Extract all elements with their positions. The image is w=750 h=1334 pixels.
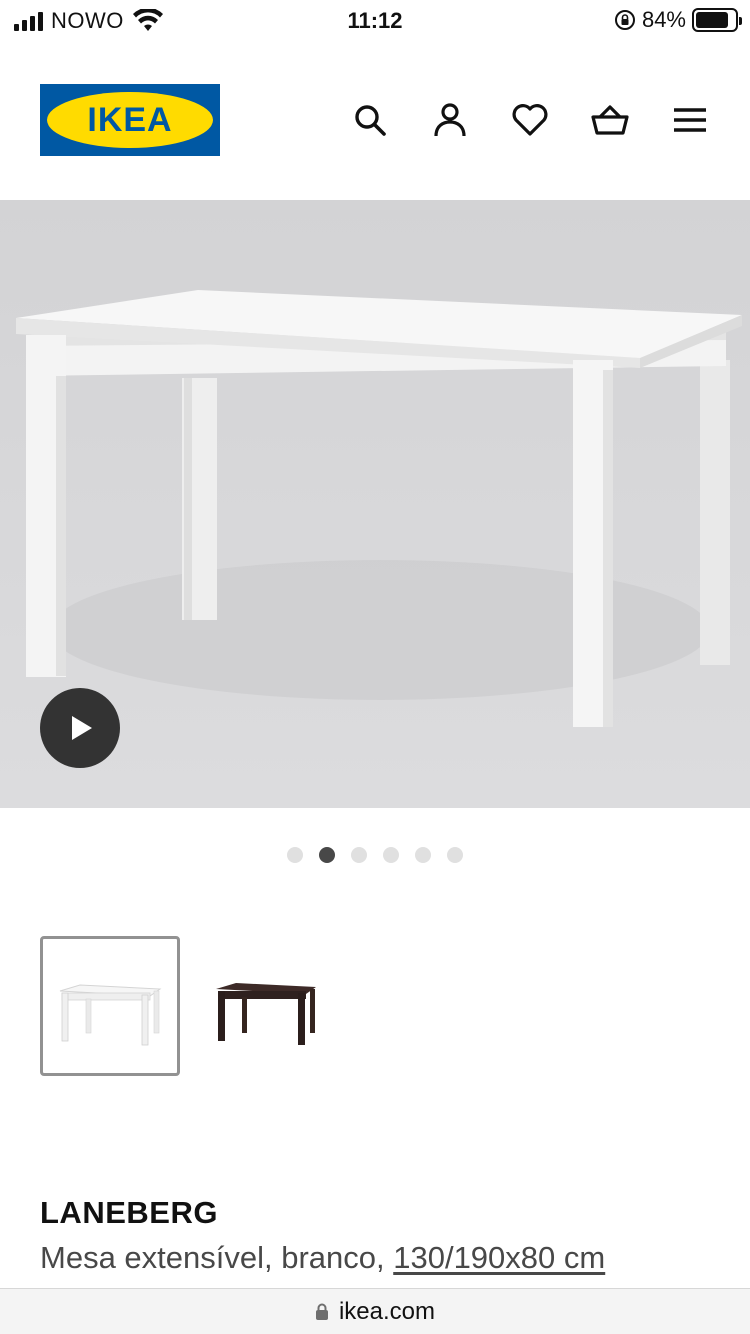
carousel-dot[interactable] [447,847,463,863]
logo-oval: IKEA [47,92,213,148]
carousel-dot[interactable] [351,847,367,863]
carousel-indicator [0,847,750,863]
product-image[interactable] [0,200,750,808]
ikea-logo[interactable]: IKEA [40,84,220,156]
variant-selector [40,936,336,1076]
battery-percentage: 84% [641,7,686,32]
product-dimensions-link[interactable]: 130/190x80 cm [393,1240,605,1275]
heart-icon[interactable] [510,100,550,140]
search-icon[interactable] [350,100,390,140]
status-bar: NOWO 11:12 84% [0,0,750,44]
menu-icon[interactable] [670,100,710,140]
product-type-color: Mesa extensível, branco, [40,1240,394,1275]
logo-text: IKEA [87,100,173,139]
dark-table-thumbnail [216,983,316,1045]
battery-fill [696,12,728,28]
variant-thumbnail-white[interactable] [40,936,180,1076]
battery-icon [692,8,742,32]
product-description: Mesa extensível, branco, 130/190x80 cm [40,1240,605,1276]
white-table-thumbnail [59,984,162,1046]
play-video-button[interactable] [40,688,120,768]
browser-address-bar[interactable]: ikea.com [0,1288,750,1334]
carousel-dot[interactable] [319,847,335,863]
carousel-dot[interactable] [415,847,431,863]
account-icon[interactable] [430,100,470,140]
lock-icon [315,1303,328,1320]
site-header: IKEA [40,84,710,156]
variant-thumbnail-dark-brown[interactable] [196,936,336,1076]
url-text: ikea.com [338,1297,436,1325]
play-icon [72,716,92,740]
carousel-dot[interactable] [383,847,399,863]
rotation-lock-icon [614,10,635,30]
basket-icon[interactable] [590,100,630,140]
status-bar-right: 84% [614,7,742,33]
product-name: LANEBERG [40,1195,218,1230]
carousel-dot[interactable] [287,847,303,863]
header-nav [350,100,710,140]
